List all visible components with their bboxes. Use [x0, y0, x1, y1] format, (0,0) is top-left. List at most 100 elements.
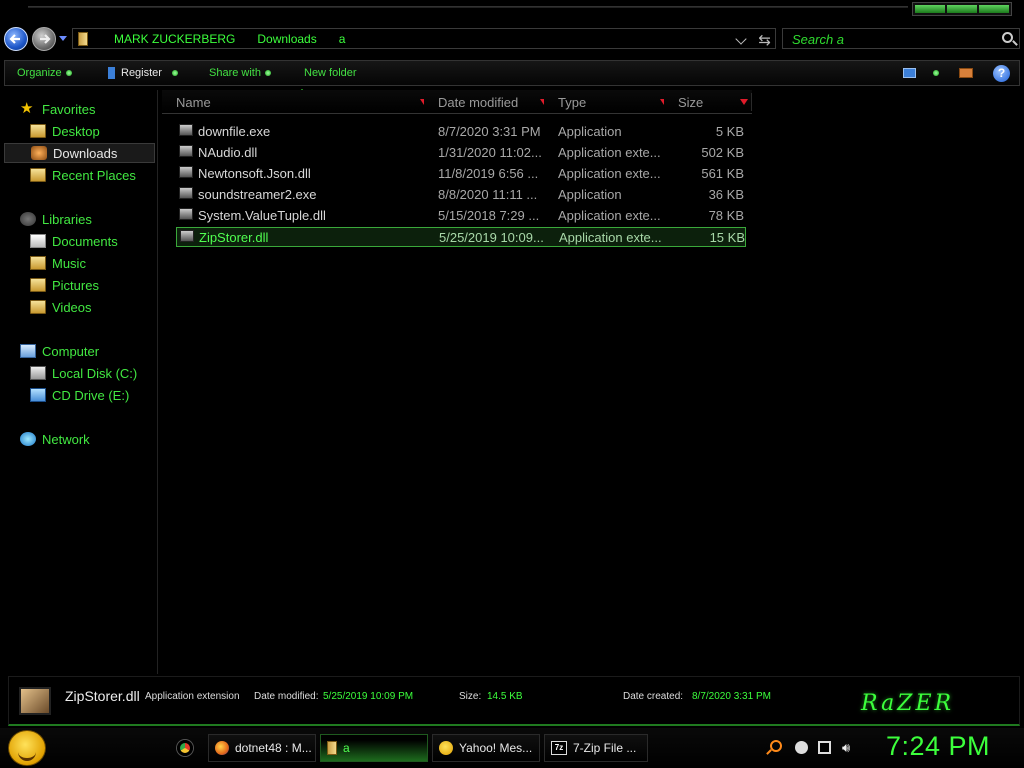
- taskbar-item-explorer[interactable]: a: [320, 734, 428, 762]
- folder-icon: [78, 31, 88, 46]
- chevron-down-icon[interactable]: [735, 33, 747, 45]
- organize-button[interactable]: Organize: [17, 67, 72, 79]
- 7zip-icon: 7z: [551, 741, 567, 755]
- nav-libraries[interactable]: Libraries: [20, 209, 92, 229]
- libraries-icon: [20, 212, 36, 226]
- chevron-down-icon[interactable]: [740, 99, 748, 105]
- file-date: 1/31/2020 11:02...: [438, 145, 542, 160]
- search-icon[interactable]: [1002, 32, 1013, 43]
- details-date-created-value: 8/7/2020 3:31 PM: [692, 691, 771, 702]
- share-with-button[interactable]: Share with: [209, 67, 271, 79]
- organize-label: Organize: [17, 67, 62, 79]
- share-with-label: Share with: [209, 67, 261, 79]
- nav-label: Music: [52, 255, 86, 271]
- nav-network[interactable]: Network: [20, 429, 90, 449]
- file-type: Application: [558, 124, 622, 139]
- nav-downloads[interactable]: Downloads: [4, 143, 155, 163]
- nav-favorites[interactable]: ★ Favorites: [20, 99, 95, 119]
- file-size: 78 KB: [708, 208, 744, 223]
- nav-computer[interactable]: Computer: [20, 341, 99, 361]
- breadcrumb-downloads[interactable]: Downloads: [257, 32, 316, 46]
- dropdown-dot-icon: [171, 70, 178, 77]
- view-options-dot-icon[interactable]: [933, 70, 939, 76]
- network-icon: [20, 432, 36, 446]
- maximize-button[interactable]: [947, 5, 977, 13]
- dropdown-dot-icon: [264, 70, 271, 77]
- forward-button[interactable]: [32, 27, 56, 51]
- nav-music[interactable]: Music: [30, 253, 86, 273]
- column-date-modified[interactable]: Date modified: [424, 90, 552, 114]
- taskbar-item-yahoo[interactable]: Yahoo! Mes...: [432, 734, 540, 762]
- change-view-icon[interactable]: [903, 68, 916, 78]
- help-icon[interactable]: ?: [993, 65, 1010, 82]
- nav-label: Videos: [52, 299, 92, 315]
- file-icon: [179, 187, 193, 199]
- file-name: NAudio.dll: [198, 145, 258, 160]
- nav-cd-drive[interactable]: CD Drive (E:): [30, 385, 129, 405]
- column-name[interactable]: Name: [162, 90, 432, 114]
- column-divider[interactable]: [751, 93, 752, 111]
- nav-desktop[interactable]: Desktop: [30, 121, 100, 141]
- search-box[interactable]: Search a: [782, 28, 1020, 49]
- file-date: 11/8/2019 6:56 ...: [438, 166, 539, 181]
- file-row-selected[interactable]: ZipStorer.dll 5/25/2019 10:09... Applica…: [176, 227, 746, 247]
- network-tray-icon[interactable]: [818, 741, 831, 754]
- nav-local-disk[interactable]: Local Disk (C:): [30, 363, 137, 383]
- folder-icon: [327, 741, 337, 755]
- preview-pane-icon[interactable]: [959, 68, 973, 78]
- column-size[interactable]: Size: [664, 90, 752, 114]
- file-row[interactable]: System.ValueTuple.dll 5/15/2018 7:29 ...…: [176, 206, 746, 226]
- file-row[interactable]: soundstreamer2.exe 8/8/2020 11:11 ... Ap…: [176, 185, 746, 205]
- minimize-button[interactable]: [915, 5, 945, 13]
- cd-drive-icon: [30, 388, 46, 402]
- file-type: Application exte...: [559, 230, 662, 245]
- search-icon[interactable]: [770, 740, 782, 752]
- new-folder-button[interactable]: New folder: [304, 67, 357, 79]
- chrome-icon[interactable]: [177, 740, 193, 756]
- close-button[interactable]: [979, 5, 1009, 13]
- breadcrumb-a[interactable]: a: [339, 32, 346, 46]
- address-bar[interactable]: MARK ZUCKERBERG Downloads a ⇆: [72, 28, 776, 49]
- taskbar-item-firefox[interactable]: dotnet48 : M...: [208, 734, 316, 762]
- column-type[interactable]: Type: [544, 90, 672, 114]
- start-button[interactable]: [8, 730, 46, 766]
- title-divider: [28, 6, 908, 8]
- messenger-tray-icon[interactable]: [795, 741, 808, 754]
- column-label: Size: [678, 95, 704, 110]
- taskbar-item-7zip[interactable]: 7z 7-Zip File ...: [544, 734, 648, 762]
- refresh-icon[interactable]: ⇆: [758, 31, 771, 49]
- arrow-right-icon: [40, 34, 51, 44]
- file-row[interactable]: Newtonsoft.Json.dll 11/8/2019 6:56 ... A…: [176, 164, 746, 184]
- nav-documents[interactable]: Documents: [30, 231, 118, 251]
- new-folder-label: New folder: [304, 67, 357, 79]
- file-size: 561 KB: [701, 166, 744, 181]
- taskbar-clock[interactable]: 7:24 PM: [886, 731, 990, 762]
- details-pane: ZipStorer.dll Application extension Date…: [8, 676, 1020, 726]
- file-row[interactable]: downfile.exe 8/7/2020 3:31 PM Applicatio…: [176, 122, 746, 142]
- file-icon: [179, 124, 193, 136]
- file-date: 8/7/2020 3:31 PM: [438, 124, 541, 139]
- register-label: Register: [121, 67, 162, 79]
- recent-pages-dropdown[interactable]: [59, 36, 67, 41]
- breadcrumb-user[interactable]: MARK ZUCKERBERG: [114, 32, 235, 46]
- back-button[interactable]: [4, 27, 28, 51]
- nav-label: Computer: [42, 343, 100, 359]
- details-date-modified-label: Date modified:: [254, 691, 319, 702]
- details-type: Application extension: [145, 691, 240, 702]
- nav-label: Favorites: [42, 101, 96, 117]
- file-row[interactable]: NAudio.dll 1/31/2020 11:02... Applicatio…: [176, 143, 746, 163]
- column-label: Date modified: [438, 95, 519, 110]
- column-label: Name: [176, 95, 211, 110]
- desktop-icon: [30, 124, 46, 138]
- nav-videos[interactable]: Videos: [30, 297, 92, 317]
- details-file-name: ZipStorer.dll: [65, 688, 140, 704]
- window-controls[interactable]: [912, 2, 1012, 16]
- pictures-icon: [30, 278, 46, 292]
- music-icon: [30, 256, 46, 270]
- register-button[interactable]: Register: [108, 67, 178, 80]
- volume-icon[interactable]: 🔊︎: [842, 741, 855, 754]
- search-input[interactable]: Search a: [792, 32, 844, 47]
- nav-pictures[interactable]: Pictures: [30, 275, 99, 295]
- task-label: a: [343, 741, 350, 755]
- nav-recent-places[interactable]: Recent Places: [30, 165, 136, 185]
